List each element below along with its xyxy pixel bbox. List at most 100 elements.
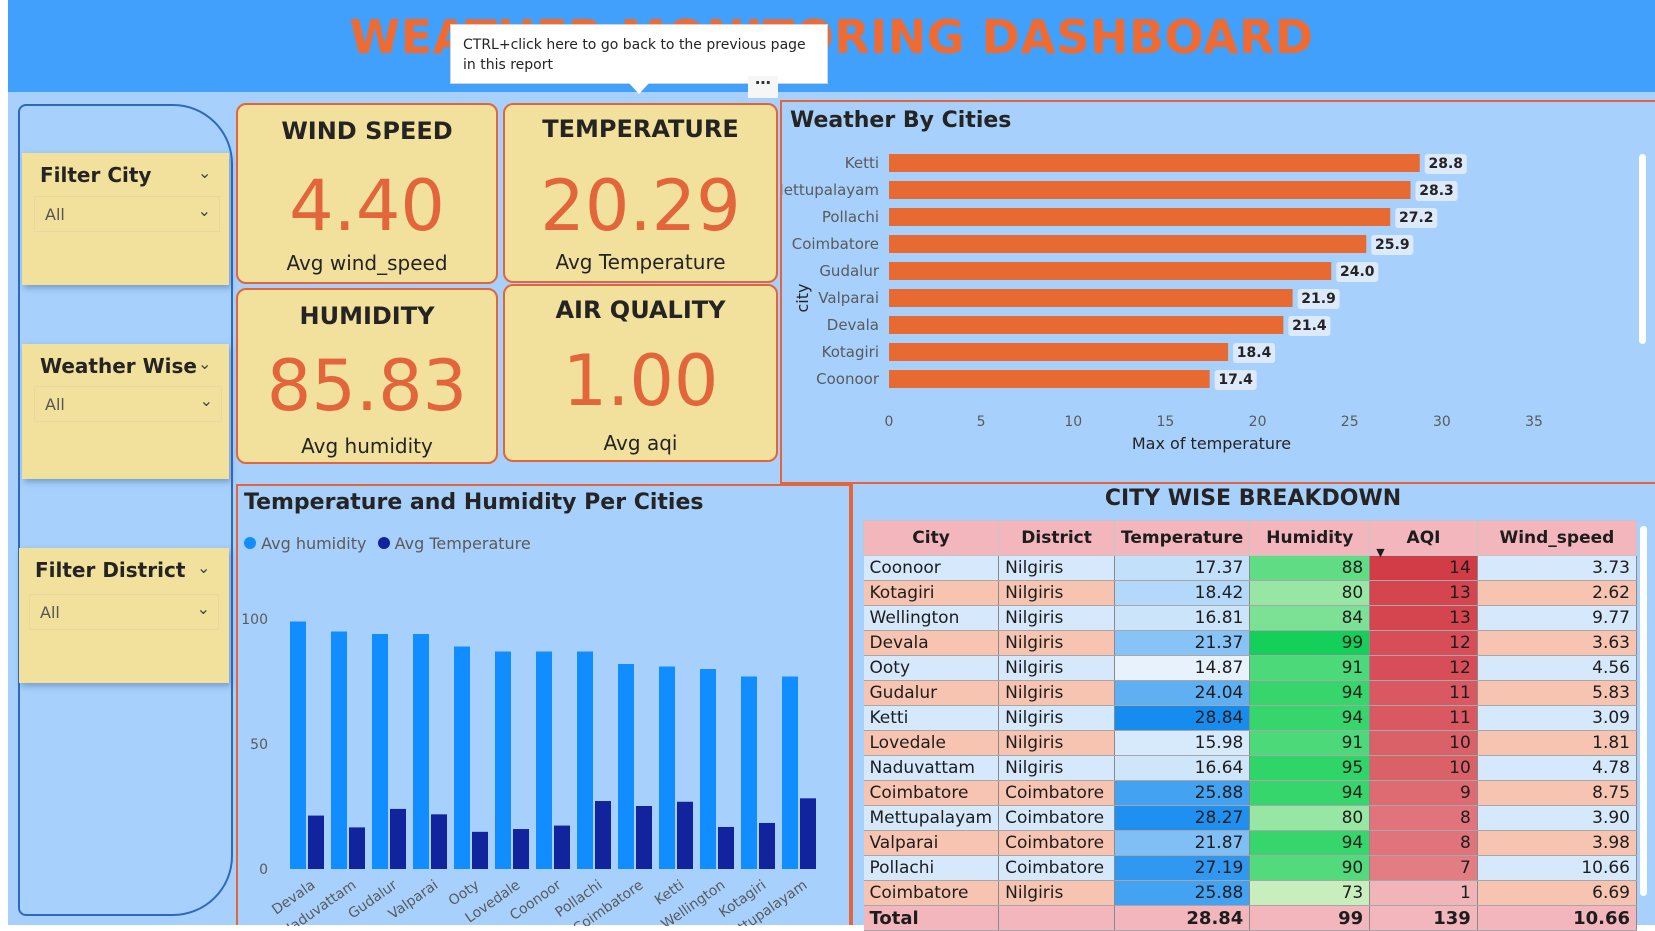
table-cell: 4.78 <box>1477 755 1638 781</box>
table-cell: 17.37 <box>1114 555 1251 581</box>
collapse-chevron-icon[interactable]: ⌄ <box>198 354 211 373</box>
table-cell: 80 <box>1249 580 1371 606</box>
scrollbar[interactable] <box>1639 154 1646 344</box>
district-dropdown[interactable]: All ⌄ <box>29 594 219 630</box>
table-cell: 84 <box>1249 605 1371 631</box>
bar-mettupalayam <box>889 181 1411 199</box>
column-header-label: AQI <box>1406 528 1441 548</box>
table-cell: 5.83 <box>1477 680 1638 706</box>
sort-descending-icon[interactable]: ▼ <box>1376 546 1384 559</box>
table-cell: Nilgiris <box>998 680 1116 706</box>
table-row[interactable]: Ooty Nilgiris 14.87 91 12 4.56 <box>863 655 1638 681</box>
kpi-value: 4.40 <box>289 165 445 247</box>
table-row[interactable]: Mettupalayam Coimbatore 28.27 80 8 3.90 <box>863 805 1638 831</box>
weather-dropdown[interactable]: All ⌄ <box>34 386 222 422</box>
kpi-card-temperature: TEMPERATURE 20.29 Avg Temperature <box>503 103 778 283</box>
x-axis-title: Max of temperature <box>1132 434 1291 453</box>
table-cell: 94 <box>1249 705 1371 731</box>
total-cell: 99 <box>1249 905 1371 931</box>
total-cell: Total <box>863 905 1000 931</box>
x-tick-label: 35 <box>1525 414 1543 430</box>
tooltip-arrow <box>628 82 650 94</box>
table-row[interactable]: Naduvattam Nilgiris 16.64 95 10 4.78 <box>863 755 1638 781</box>
temperature-bar-gudalur <box>390 808 406 869</box>
slicer-filter-city[interactable]: Filter City ⌄ All ⌄ <box>22 153 229 285</box>
data-label: 28.8 <box>1428 156 1463 172</box>
city-breakdown-table: City District Temperature Humidity AQI ▼ Wind_… <box>862 520 1638 931</box>
data-label: 21.4 <box>1292 318 1327 334</box>
table-row[interactable]: Kotagiri Nilgiris 18.42 80 13 2.62 <box>863 580 1638 606</box>
kpi-title: HUMIDITY <box>299 302 435 330</box>
table-row[interactable]: Lovedale Nilgiris 15.98 91 10 1.81 <box>863 730 1638 756</box>
table-scrollbar[interactable] <box>1640 526 1647 896</box>
table-cell: 27.19 <box>1114 855 1251 881</box>
slicer-weather-wise[interactable]: Weather Wise ⌄ All ⌄ <box>22 344 229 479</box>
x-tick-label: 20 <box>1249 414 1267 430</box>
city-breakdown-panel: CITY WISE BREAKDOWN City District Temperat… <box>851 482 1655 931</box>
humidity-bar-valparai <box>413 634 429 869</box>
humidity-bar-kotagiri <box>741 676 757 869</box>
table-cell: 2.62 <box>1477 580 1638 606</box>
column-header-label: City <box>912 528 950 548</box>
table-row[interactable]: Valparai Coimbatore 21.87 94 8 3.98 <box>863 830 1638 856</box>
slicer-title: Weather Wise <box>40 354 197 378</box>
table-row[interactable]: Ketti Nilgiris 28.84 94 11 3.09 <box>863 705 1638 731</box>
column-header[interactable]: Temperature <box>1114 520 1251 556</box>
category-label: Kotagiri <box>822 343 879 361</box>
data-label: 21.9 <box>1301 291 1336 307</box>
collapse-chevron-icon[interactable]: ⌄ <box>198 163 211 182</box>
table-row[interactable]: Pollachi Coimbatore 27.19 90 7 10.66 <box>863 855 1638 881</box>
table-cell: 14.87 <box>1114 655 1251 681</box>
table-cell: 94 <box>1249 680 1371 706</box>
table-cell: Coimbatore <box>998 805 1116 831</box>
collapse-chevron-icon[interactable]: ⌄ <box>197 558 210 577</box>
table-cell: Nilgiris <box>998 655 1116 681</box>
table-cell: 3.73 <box>1477 555 1638 581</box>
table-cell: 25.88 <box>1114 880 1251 906</box>
back-tooltip[interactable]: CTRL+click here to go back to the previo… <box>450 24 828 84</box>
table-cell: 15.98 <box>1114 730 1251 756</box>
column-header[interactable]: City <box>862 520 1000 556</box>
table-row[interactable]: Coonoor Nilgiris 17.37 88 14 3.73 <box>863 555 1638 581</box>
column-header[interactable]: AQI ▼ <box>1369 520 1478 559</box>
humidity-bar-pollachi <box>577 651 593 869</box>
total-cell <box>998 905 1116 931</box>
legend-label-humidity: Avg humidity <box>261 534 367 553</box>
weather-bar-chart: Ketti 28.8 Mettupalayam 28.3 Pollachi 27.2 Coi… <box>782 154 1543 453</box>
chart-title: Temperature and Humidity Per Cities <box>244 490 704 515</box>
table-cell: Coimbatore <box>998 780 1116 806</box>
humidity-bar-lovedale <box>495 651 511 869</box>
table-cell: Coimbatore <box>998 855 1116 881</box>
table-row[interactable]: Coimbatore Nilgiris 25.88 73 1 6.69 <box>863 880 1638 906</box>
category-label: Devala <box>827 316 879 334</box>
table-title: CITY WISE BREAKDOWN <box>1104 486 1402 511</box>
total-cell: 28.84 <box>1114 905 1251 931</box>
table-cell: 28.84 <box>1114 705 1251 731</box>
category-label: Mettupalayam <box>782 181 879 199</box>
kpi-subtitle: Avg aqi <box>603 431 678 455</box>
column-header-label: Wind_speed <box>1499 528 1615 548</box>
column-header[interactable]: District <box>998 520 1116 556</box>
category-label: Coimbatore <box>792 235 879 253</box>
kpi-card-wind-speed: WIND SPEED 4.40 Avg wind_speed <box>236 103 498 284</box>
table-row[interactable]: Wellington Nilgiris 16.81 84 13 9.77 <box>863 605 1638 631</box>
table-cell: 10 <box>1369 730 1478 756</box>
table-cell: Ooty <box>863 655 1000 681</box>
table-row[interactable]: Coimbatore Coimbatore 25.88 94 9 8.75 <box>863 780 1638 806</box>
table-row[interactable]: Devala Nilgiris 21.37 99 12 3.63 <box>863 630 1638 656</box>
table-row[interactable]: Gudalur Nilgiris 24.04 94 11 5.83 <box>863 680 1638 706</box>
more-options-icon[interactable]: ⋯ <box>748 75 778 98</box>
chevron-down-icon: ⌄ <box>197 201 211 220</box>
slicer-filter-district[interactable]: Filter District ⌄ All ⌄ <box>19 548 229 683</box>
column-header[interactable]: Wind_speed <box>1476 520 1638 556</box>
column-header[interactable]: Humidity <box>1249 520 1371 556</box>
humidity-bar-ooty <box>454 646 470 869</box>
category-label: Coonoor <box>816 370 880 388</box>
table-header-row: City District Temperature Humidity AQI ▼ Wind_… <box>862 520 1638 559</box>
temperature-bar-lovedale <box>513 829 529 869</box>
table-cell: 9.77 <box>1477 605 1638 631</box>
table-cell: 94 <box>1249 780 1371 806</box>
column-header-label: Temperature <box>1121 528 1244 548</box>
chevron-down-icon: ⌄ <box>199 391 213 410</box>
city-dropdown[interactable]: All ⌄ <box>34 196 220 232</box>
